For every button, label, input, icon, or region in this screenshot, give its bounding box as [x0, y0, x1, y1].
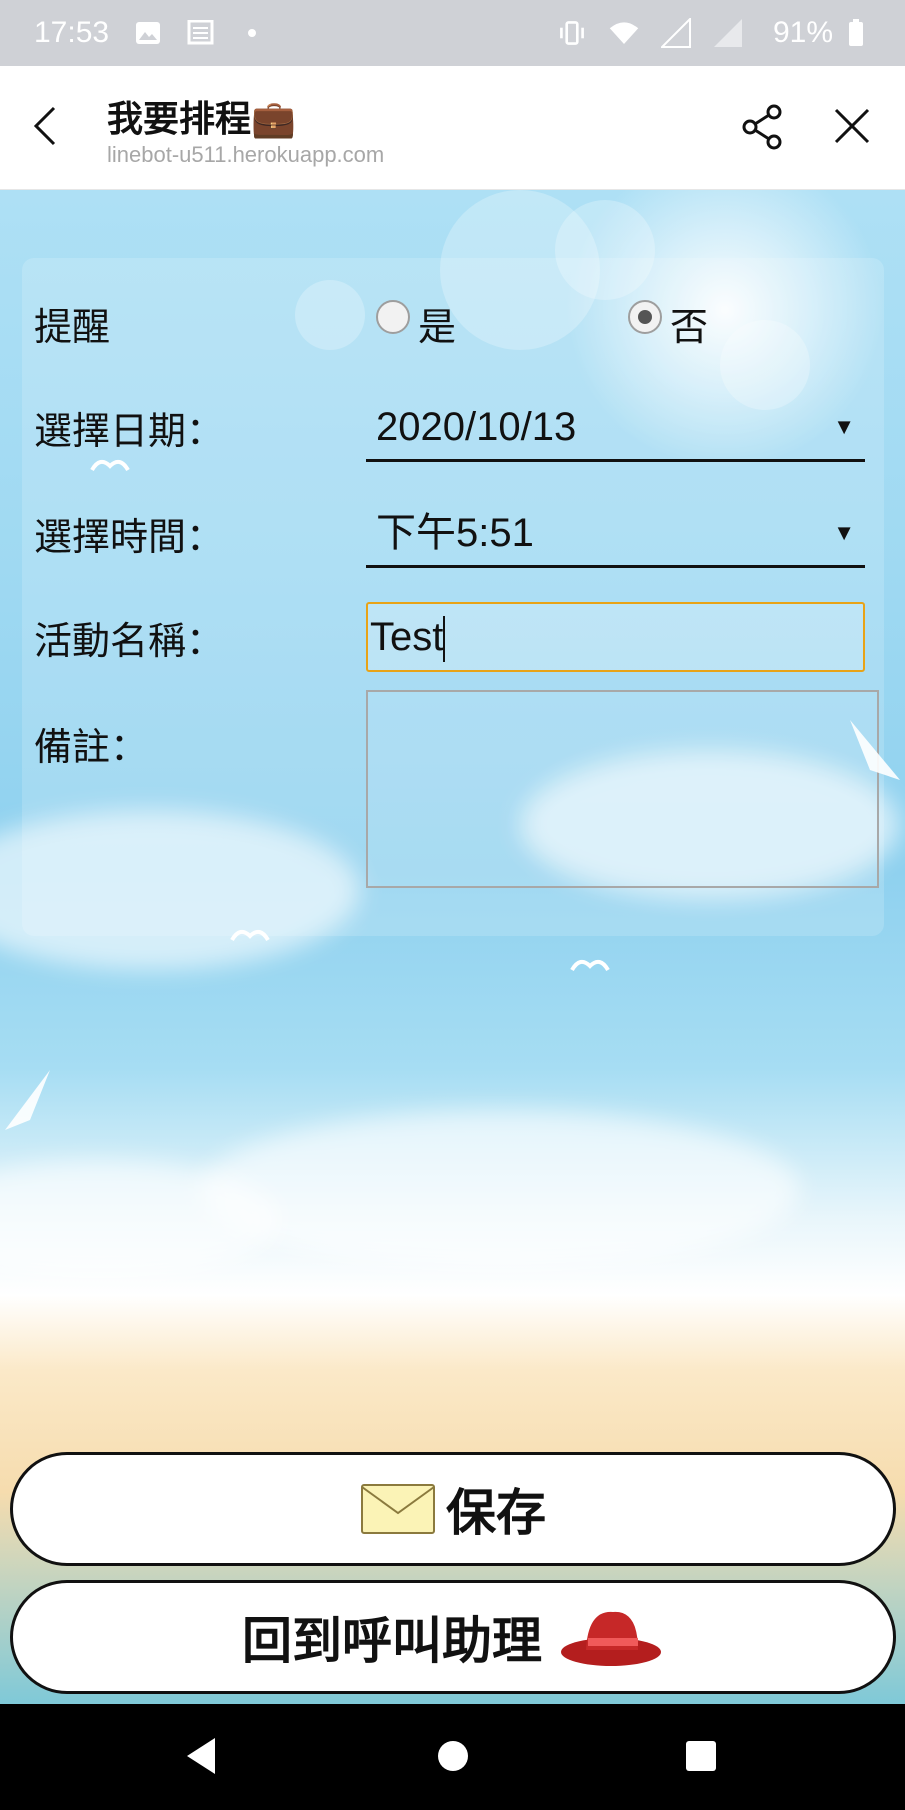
paper-plane-icon — [850, 720, 900, 780]
save-button[interactable]: 保存 — [10, 1452, 896, 1566]
date-select[interactable]: 2020/10/13 ▼ — [366, 392, 865, 462]
time-select[interactable]: 下午5:51 ▼ — [366, 498, 865, 568]
back-button[interactable] — [26, 96, 66, 156]
reminder-yes-radio[interactable] — [376, 300, 410, 334]
event-name-label: 活動名稱： — [34, 619, 225, 663]
signal-icon — [660, 18, 691, 48]
browser-header: 我要排程💼 linebot-u511.herokuapp.com — [0, 66, 905, 190]
bird-icon — [90, 459, 130, 472]
notes-textarea[interactable] — [366, 690, 879, 888]
date-label: 選擇日期： — [34, 409, 225, 453]
close-icon — [834, 108, 870, 144]
text-cursor — [443, 616, 446, 663]
page-title: 我要排程💼 — [107, 99, 296, 140]
back-to-assistant-button[interactable]: 回到呼叫助理 — [10, 1580, 896, 1694]
reminder-label: 提醒 — [34, 305, 111, 349]
reminder-no-label: 否 — [670, 305, 709, 349]
dropdown-arrow-icon: ▼ — [833, 520, 855, 545]
status-bar: 17:53 91% — [0, 0, 905, 66]
cloud-decoration — [200, 1110, 800, 1270]
wifi-icon — [609, 18, 639, 48]
notes-label: 備註： — [34, 725, 149, 769]
page-url: linebot-u511.herokuapp.com — [107, 142, 385, 167]
back-to-assistant-label: 回到呼叫助理 — [242, 1612, 542, 1670]
hat-icon — [558, 1600, 664, 1674]
share-icon — [742, 104, 782, 150]
share-button[interactable] — [740, 104, 786, 150]
nav-recents-button[interactable] — [684, 1736, 718, 1776]
reminder-no-radio[interactable] — [628, 300, 662, 334]
close-button[interactable] — [830, 104, 874, 148]
battery-icon — [841, 18, 871, 48]
page-content: 提醒 是 否 選擇日期： 2020/10/13 ▼ 選擇時間： 下午5:51 ▼… — [0, 190, 905, 1704]
signal-icon — [713, 18, 743, 48]
event-name-value: Test — [370, 615, 444, 659]
dropdown-arrow-icon: ▼ — [833, 414, 855, 439]
dot-icon — [237, 18, 267, 48]
bird-icon — [230, 929, 270, 942]
date-value: 2020/10/13 — [376, 405, 577, 449]
nav-home-button[interactable] — [437, 1736, 469, 1776]
status-time: 17:53 — [34, 16, 110, 49]
nav-back-button[interactable] — [185, 1736, 219, 1776]
news-icon — [185, 18, 215, 48]
battery-percent: 91% — [772, 16, 833, 49]
vibrate-icon — [557, 18, 587, 48]
system-nav-bar — [0, 1704, 905, 1810]
time-value: 下午5:51 — [376, 511, 534, 555]
event-name-input[interactable]: Test — [366, 602, 865, 672]
envelope-icon — [360, 1481, 436, 1537]
reminder-yes-label: 是 — [418, 305, 457, 349]
save-button-label: 保存 — [446, 1484, 546, 1542]
image-icon — [133, 18, 163, 48]
bird-icon — [570, 959, 610, 972]
paper-plane-icon — [5, 1070, 50, 1130]
time-label: 選擇時間： — [34, 515, 225, 559]
